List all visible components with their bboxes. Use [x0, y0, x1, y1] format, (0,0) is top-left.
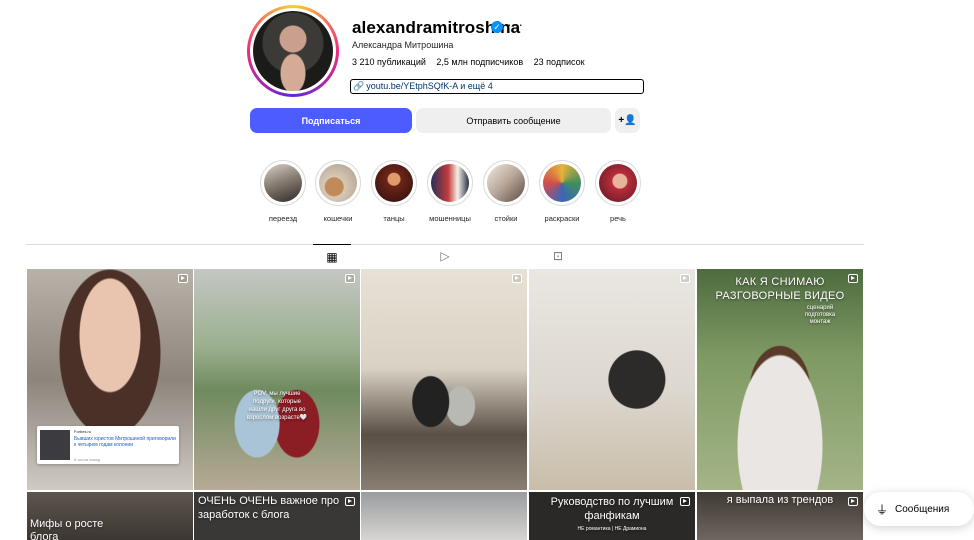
- profile-full-name: Александра Митрошина: [352, 40, 454, 50]
- profile-stats: 3 210 публикаций 2,5 млн подписчиков 23 …: [352, 57, 593, 67]
- highlight-cover: [375, 164, 413, 202]
- profile-link-text[interactable]: youtu.be/YEtphSQfK-A и ещё 4: [366, 81, 493, 91]
- post-tile[interactable]: Руководство по лучшим фанфикам НЕ романт…: [529, 492, 695, 540]
- tab-reels[interactable]: ▷: [426, 244, 464, 268]
- post-tile[interactable]: Forbes.ru Бывших юристов Митрошиной приг…: [27, 269, 193, 490]
- post-tile[interactable]: [529, 269, 695, 490]
- post-title: ОЧЕНЬ ОЧЕНЬ важное про заработок с блога: [198, 495, 340, 521]
- reel-icon: [512, 274, 522, 283]
- news-source: Forbes.ru: [74, 429, 92, 434]
- verified-badge-icon: ✓: [491, 21, 503, 33]
- highlight-cover: [431, 164, 469, 202]
- highlight-ring: [315, 160, 361, 206]
- add-user-icon: +👤: [618, 115, 637, 126]
- tab-tagged[interactable]: ⊡: [539, 244, 577, 268]
- news-title: Бывших юристов Митрошиной приговорили к …: [74, 436, 176, 448]
- highlight-label: речь: [610, 214, 626, 223]
- post-tile[interactable]: я выпала из трендов: [697, 492, 863, 540]
- add-user-button[interactable]: +👤: [615, 108, 640, 133]
- more-options-icon[interactable]: ···: [507, 16, 524, 32]
- highlight-cover: [264, 164, 302, 202]
- news-card: Forbes.ru Бывших юристов Митрошиной приг…: [37, 426, 179, 464]
- highlight-cover: [487, 164, 525, 202]
- post-overlay-text: POV: мы лучшие подруги, которые нашли др…: [246, 391, 308, 421]
- post-subtitle: НЕ романтика | НЕ Драмиона: [577, 526, 647, 532]
- highlight-cover: [599, 164, 637, 202]
- messages-button[interactable]: ⏚ Сообщения: [864, 492, 974, 526]
- highlight-label: переезд: [268, 214, 298, 223]
- messages-label: Сообщения: [895, 503, 950, 515]
- highlight-item[interactable]: переезд: [258, 160, 308, 223]
- following-count[interactable]: 23 подписок: [534, 57, 585, 67]
- send-message-button[interactable]: Отправить сообщение: [416, 108, 611, 133]
- highlight-item[interactable]: стойки: [481, 160, 531, 223]
- highlight-label: танцы: [383, 214, 405, 223]
- post-title: КАК Я СНИМАЮ РАЗГОВОРНЫЕ ВИДЕО: [715, 276, 845, 302]
- post-tile[interactable]: [361, 269, 527, 490]
- post-tile[interactable]: КАК Я СНИМАЮ РАЗГОВОРНЫЕ ВИДЕО сценарий …: [697, 269, 863, 490]
- highlight-item[interactable]: кошечки: [313, 160, 363, 223]
- news-time: 8 часов назад: [74, 457, 100, 462]
- highlight-cover: [543, 164, 581, 202]
- post-tile[interactable]: POV: мы лучшие подруги, которые нашли др…: [194, 269, 360, 490]
- reel-icon: [178, 274, 188, 283]
- highlight-ring: [427, 160, 473, 206]
- highlight-label: раскраски: [544, 214, 580, 223]
- tagged-icon: ⊡: [552, 249, 564, 263]
- follow-button[interactable]: Подписаться: [250, 108, 412, 133]
- post-tile[interactable]: Мифы о росте блога: [27, 492, 193, 540]
- followers-count[interactable]: 2,5 млн подписчиков: [436, 57, 523, 67]
- highlight-item[interactable]: танцы: [369, 160, 419, 223]
- profile-avatar[interactable]: [247, 5, 339, 97]
- highlight-ring: [260, 160, 306, 206]
- posts-count[interactable]: 3 210 публикаций: [352, 57, 426, 67]
- post-title: я выпала из трендов: [726, 494, 834, 506]
- reels-icon: ▷: [440, 249, 450, 263]
- reel-icon: [680, 274, 690, 283]
- highlight-ring: [539, 160, 585, 206]
- send-icon: ⏚: [876, 502, 889, 517]
- post-tile[interactable]: [361, 492, 527, 540]
- avatar-photo: [253, 11, 333, 91]
- highlight-item[interactable]: речь: [593, 160, 643, 223]
- tab-posts[interactable]: ▦: [313, 244, 351, 268]
- post-title: Мифы о росте блога: [30, 518, 104, 540]
- highlight-label: кошечки: [323, 214, 353, 223]
- reel-icon: [345, 274, 355, 283]
- post-tile[interactable]: ОЧЕНЬ ОЧЕНЬ важное про заработок с блога: [194, 492, 360, 540]
- news-thumbnail: [40, 430, 70, 460]
- highlight-item[interactable]: раскраски: [537, 160, 587, 223]
- highlight-item[interactable]: мошенницы: [425, 160, 475, 223]
- highlight-label: мошенницы: [429, 214, 471, 223]
- highlight-ring: [483, 160, 529, 206]
- profile-link[interactable]: 🔗 youtu.be/YEtphSQfK-A и ещё 4: [350, 79, 644, 94]
- highlight-ring: [595, 160, 641, 206]
- highlight-ring: [371, 160, 417, 206]
- post-subtitle: сценарий подготовка монтаж: [804, 305, 836, 325]
- highlight-label: стойки: [494, 214, 518, 223]
- grid-icon: ▦: [326, 249, 338, 264]
- link-icon: 🔗: [353, 81, 365, 91]
- avatar-border: [250, 8, 336, 94]
- post-title: Руководство по лучшим фанфикам: [550, 496, 674, 522]
- highlight-cover: [319, 164, 357, 202]
